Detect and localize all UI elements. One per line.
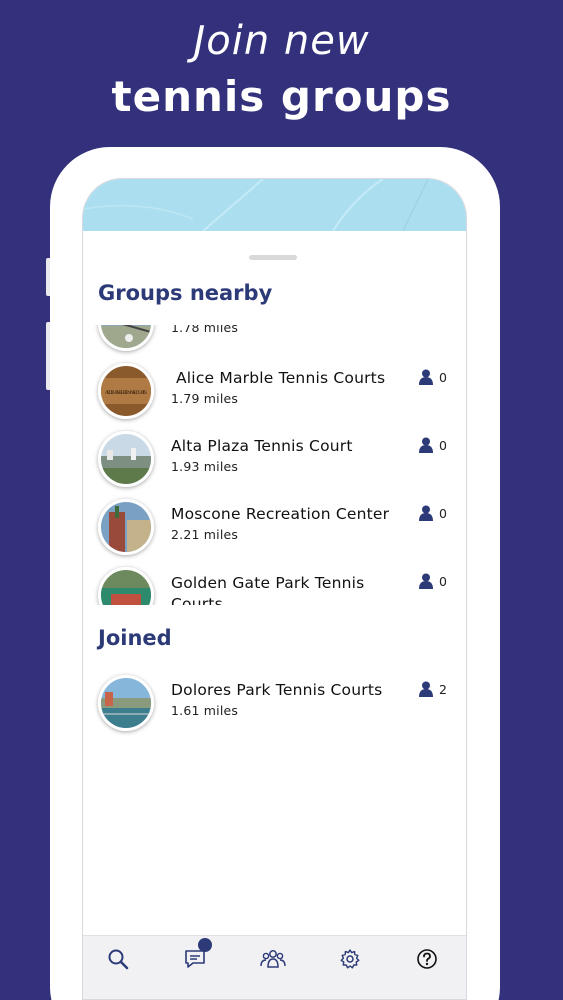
group-name: Golden Gate Park Tennis Courts — [171, 574, 365, 605]
group-name: Dolores Park Tennis Courts — [171, 681, 383, 699]
group-photo — [98, 325, 154, 351]
member-icon — [419, 505, 433, 521]
group-distance: 1.78 miles — [171, 325, 239, 335]
group-photo: ALICE MARBLE TENNIS COURTS — [98, 363, 154, 419]
map-view[interactable] — [83, 179, 466, 231]
member-icon — [419, 369, 433, 385]
joined-title: Joined — [98, 626, 172, 650]
list-item[interactable]: Alta Plaza Tennis Court 1.93 miles 0 — [83, 431, 466, 491]
list-item[interactable]: Golden Gate Park Tennis Courts 0 — [83, 567, 466, 605]
tab-groups[interactable] — [253, 944, 293, 974]
group-distance: 2.21 miles — [171, 527, 239, 542]
list-item[interactable]: Moscone Recreation Center 2.21 miles 0 — [83, 499, 466, 559]
settings-icon — [340, 949, 360, 969]
sheet-drag-handle[interactable] — [249, 255, 297, 260]
group-photo — [98, 499, 154, 555]
group-name: Moscone Recreation Center — [171, 505, 390, 523]
headline-line-2: tennis groups — [111, 72, 452, 121]
tab-bar — [83, 935, 466, 999]
group-name: Alice Marble Tennis Courts — [176, 369, 386, 387]
group-photo — [98, 567, 154, 605]
group-photo — [98, 431, 154, 487]
list-item[interactable]: ALICE MARBLE TENNIS COURTS Alice Marble … — [83, 363, 466, 423]
groups-nearby-title: Groups nearby — [98, 281, 273, 305]
tab-chat[interactable] — [176, 938, 216, 974]
list-item[interactable]: Dolores Park Tennis Courts 1.61 miles 2 — [83, 675, 466, 735]
member-count: 0 — [419, 503, 447, 523]
member-count: 0 — [419, 571, 447, 591]
group-distance: 1.93 miles — [171, 459, 239, 474]
tab-search[interactable] — [98, 944, 138, 974]
headline-line-1: Join new — [193, 18, 370, 64]
nearby-list[interactable]: 1.78 miles ALICE MARBLE TENNIS COURTS Al… — [83, 325, 466, 605]
app-screen: Groups nearby 1.78 miles ALICE MARBLE TE — [82, 178, 467, 1000]
member-icon — [419, 573, 433, 589]
member-icon — [419, 437, 433, 453]
help-icon — [417, 949, 437, 969]
tab-settings[interactable] — [330, 944, 370, 974]
group-icon — [260, 950, 286, 968]
unread-badge — [198, 938, 212, 952]
search-icon — [108, 949, 129, 970]
svg-text:ALICE MARBLE TENNIS COURTS: ALICE MARBLE TENNIS COURTS — [104, 390, 148, 396]
list-item[interactable]: 1.78 miles — [83, 325, 466, 355]
member-icon — [419, 681, 433, 697]
group-distance: 1.79 miles — [171, 391, 239, 406]
group-photo — [98, 675, 154, 731]
member-count: 2 — [419, 679, 447, 699]
member-count: 0 — [419, 435, 447, 455]
group-distance: 1.61 miles — [171, 703, 239, 718]
tab-help[interactable] — [407, 944, 447, 974]
member-count: 0 — [419, 367, 447, 387]
group-name: Alta Plaza Tennis Court — [171, 437, 353, 455]
